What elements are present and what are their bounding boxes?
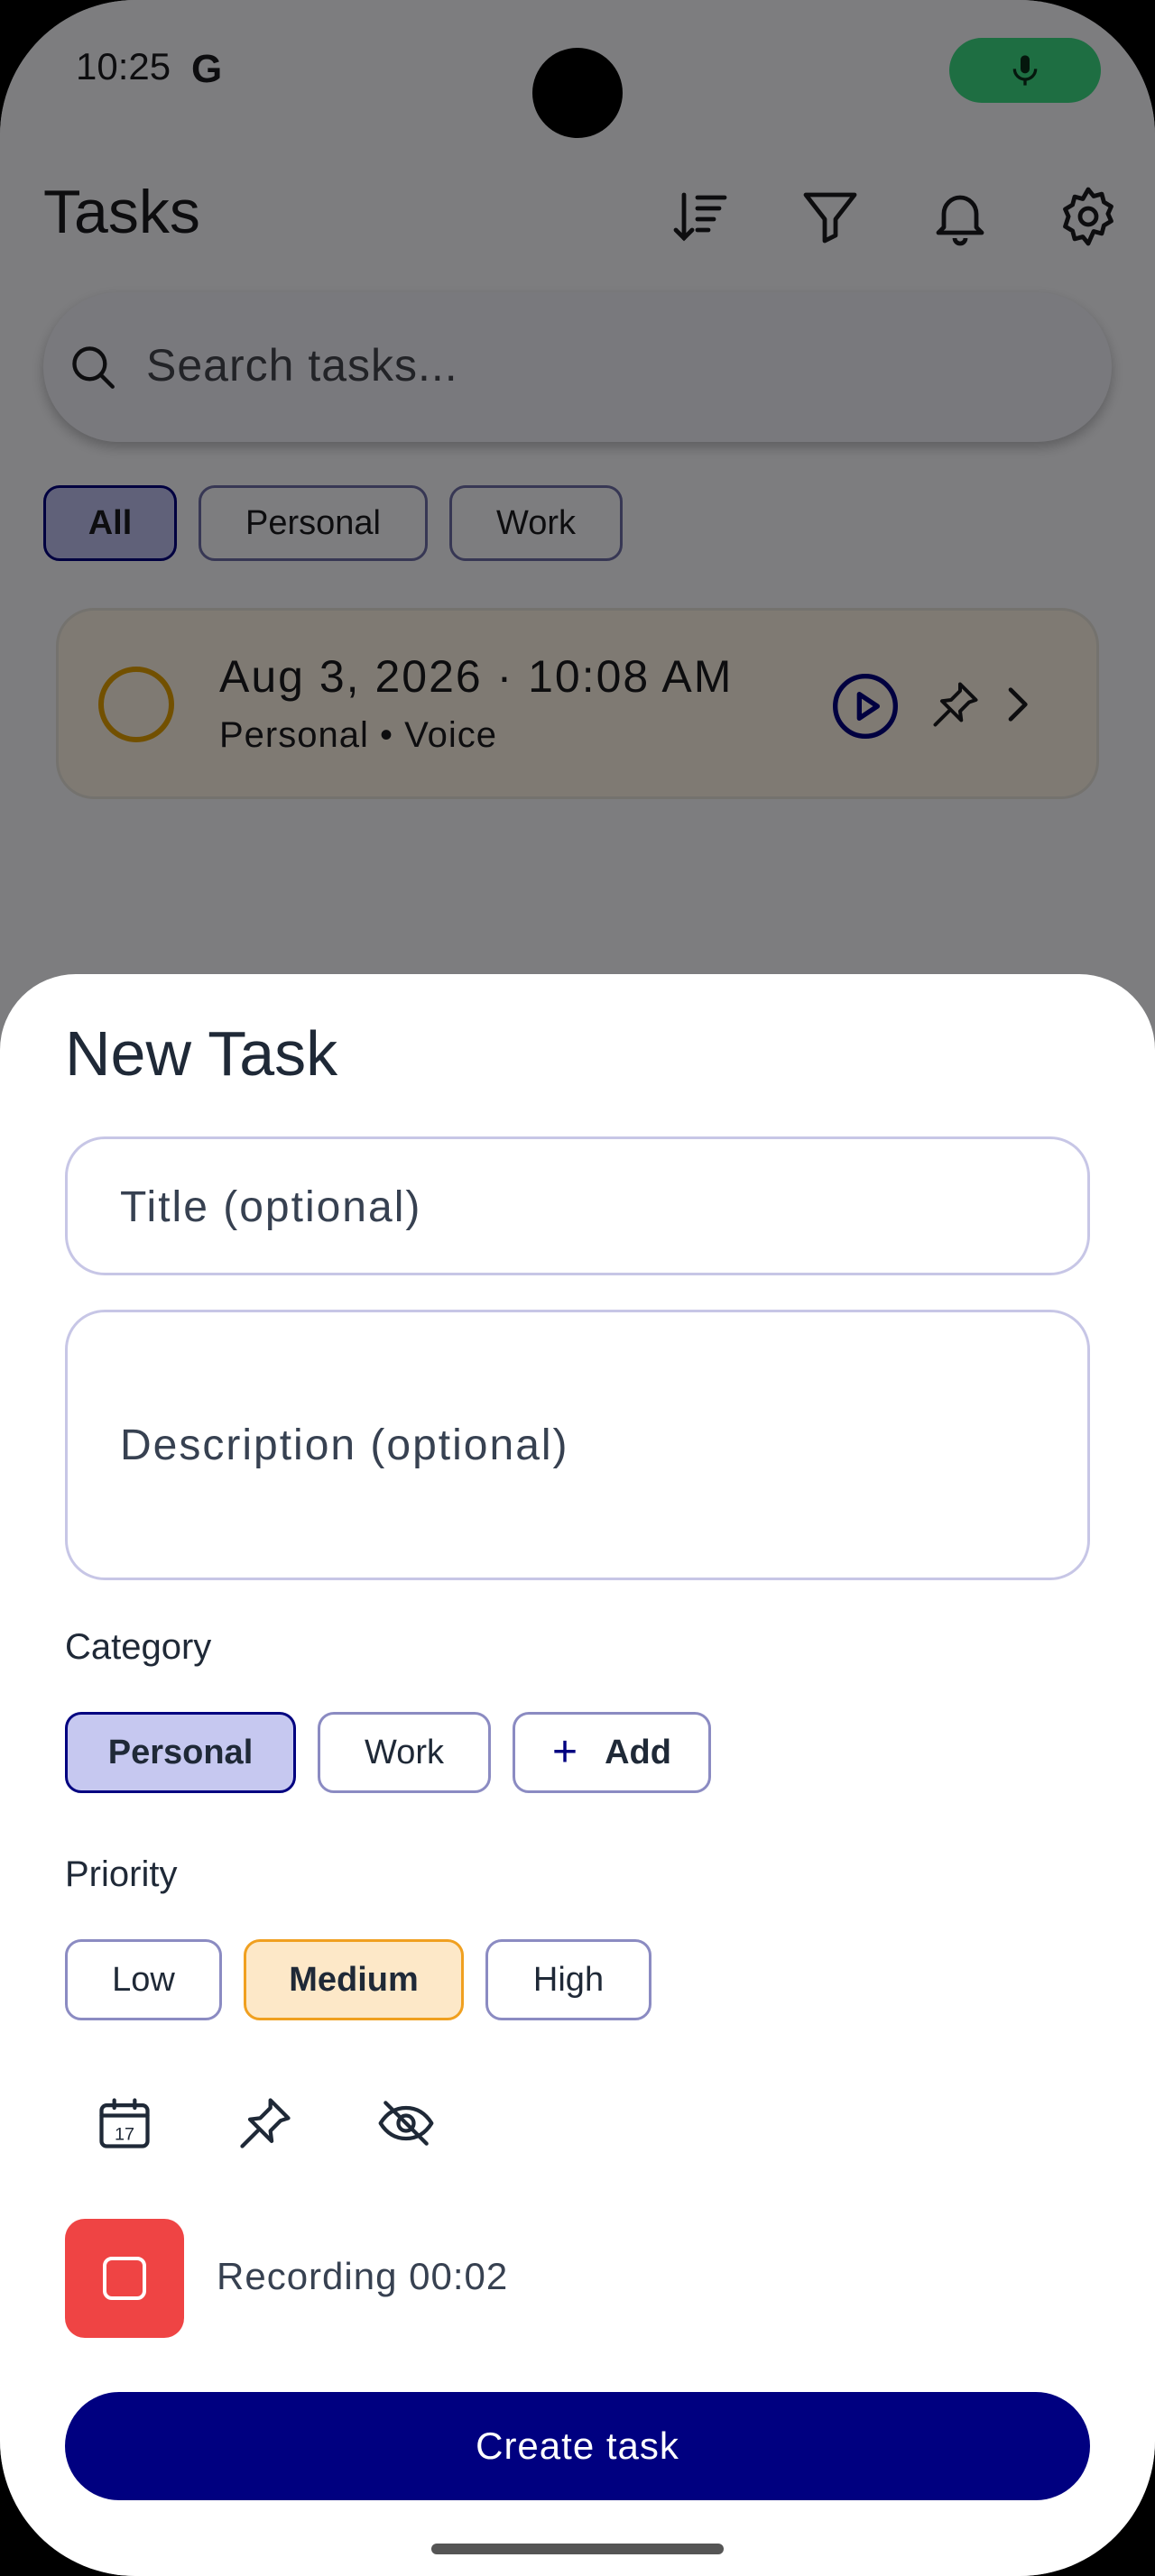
category-chip-label: Personal	[107, 1733, 254, 1771]
priority-chip-label: High	[532, 1960, 605, 1999]
priority-label: Priority	[65, 1854, 178, 1894]
eye-off-icon[interactable]	[375, 2093, 437, 2154]
calendar-icon[interactable]: 17	[94, 2093, 155, 2154]
add-category-button[interactable]: + Add	[513, 1712, 711, 1793]
stop-icon	[103, 2257, 146, 2300]
priority-chip-label: Low	[112, 1960, 175, 1999]
category-chip-personal[interactable]: Personal	[65, 1712, 296, 1793]
priority-chip-medium[interactable]: Medium	[244, 1939, 464, 2020]
plus-icon: +	[552, 1728, 578, 1776]
description-input[interactable]: Description (optional)	[120, 1421, 569, 1470]
priority-chip-low[interactable]: Low	[65, 1939, 222, 2020]
new-task-sheet: New Task Title (optional) Description (o…	[0, 974, 1155, 2576]
priority-chip-label: Medium	[289, 1960, 419, 1999]
sheet-title: New Task	[65, 1018, 338, 1089]
priority-chip-high[interactable]: High	[485, 1939, 651, 2020]
phone-screen: 10:25 G Tasks	[0, 0, 1155, 2576]
title-input[interactable]: Title (optional)	[120, 1182, 421, 1232]
description-field[interactable]: Description (optional)	[65, 1310, 1090, 1580]
category-label: Category	[65, 1627, 212, 1667]
pin-icon[interactable]	[235, 2093, 296, 2154]
stop-recording-button[interactable]	[65, 2219, 184, 2338]
home-indicator	[431, 2544, 724, 2554]
add-category-label: Add	[605, 1733, 671, 1771]
category-chip-work[interactable]: Work	[318, 1712, 491, 1793]
category-chip-label: Work	[365, 1733, 444, 1771]
svg-text:17: 17	[115, 2124, 134, 2144]
create-task-button[interactable]: Create task	[65, 2392, 1090, 2500]
title-field[interactable]: Title (optional)	[65, 1136, 1090, 1275]
recording-status: Recording 00:02	[217, 2255, 509, 2297]
